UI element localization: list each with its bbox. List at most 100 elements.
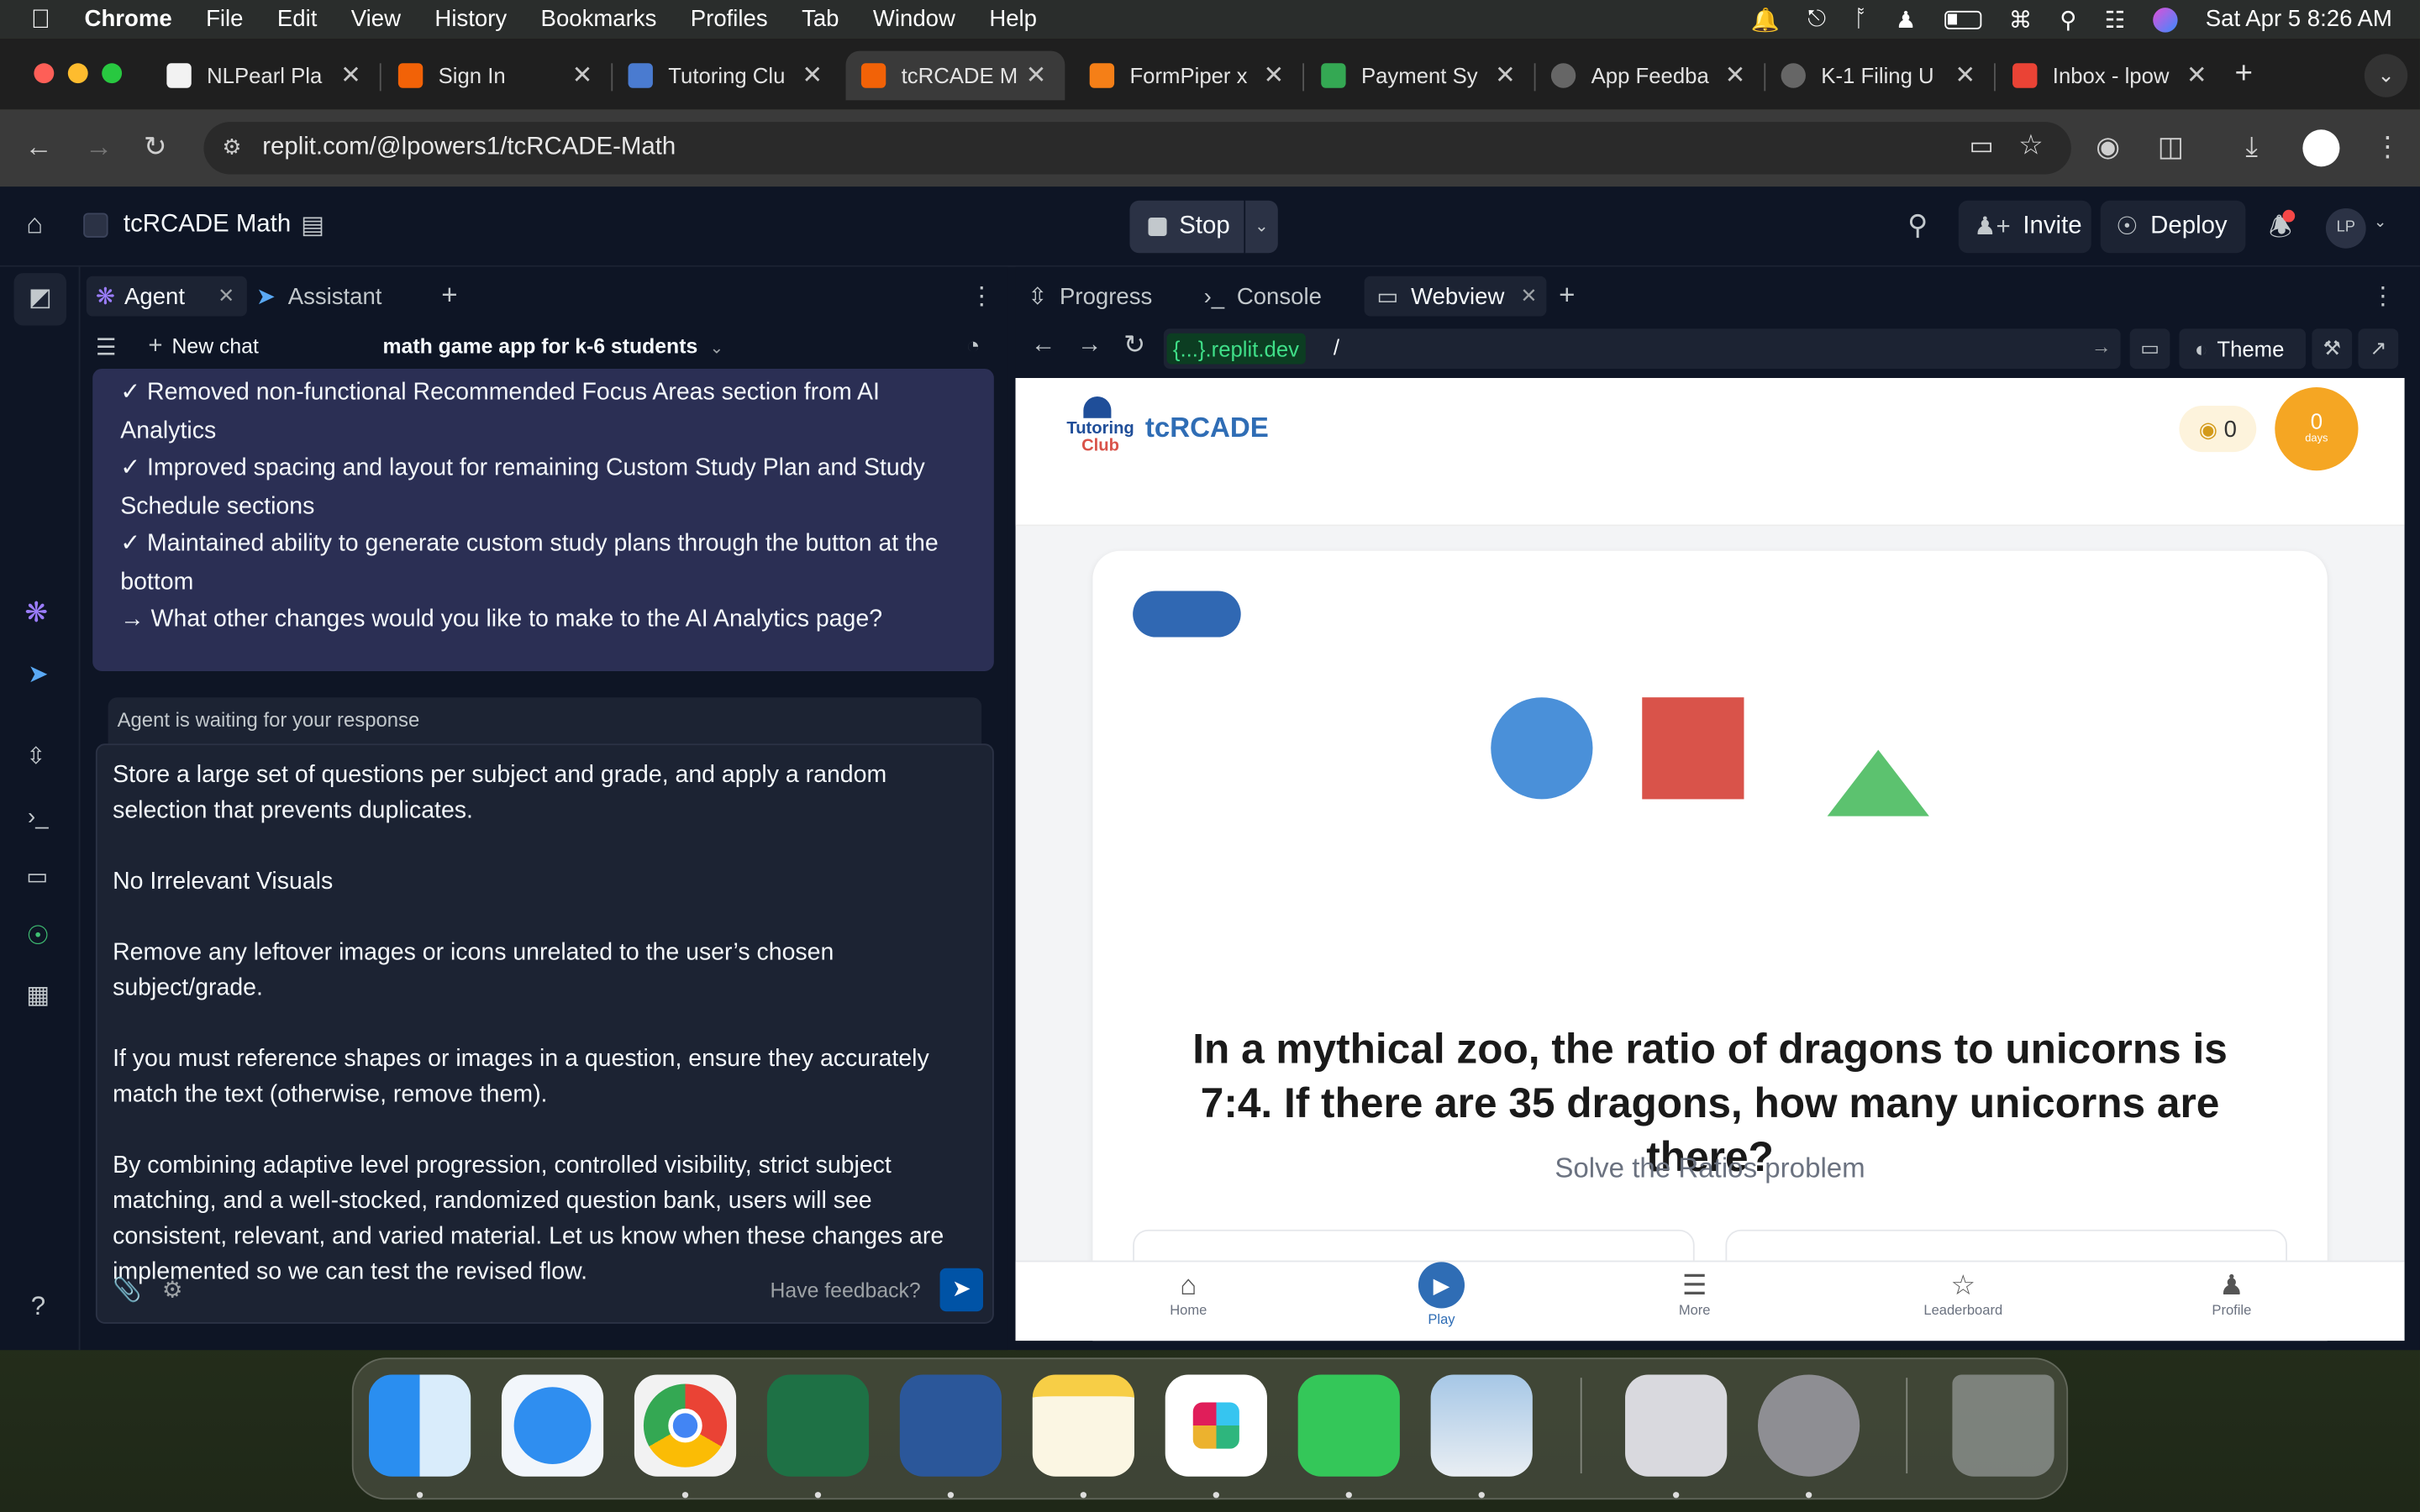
reload-icon[interactable]: ↻ [144,131,167,164]
project-info-icon[interactable]: ▤ [301,210,324,241]
project-name[interactable]: tcRCADE Math [124,212,291,239]
browser-tab[interactable]: App Feedba ✕ [1536,51,1765,101]
bookmark-star-icon[interactable]: ☆ [2018,129,2044,162]
extension-icon[interactable]: ◉ [2096,131,2120,164]
tab-assistant[interactable]: ➤ Assistant [256,276,382,317]
apple-icon[interactable]:  [31,4,50,35]
browser-tab-active[interactable]: tcRCADE M ✕ [845,50,1065,101]
close-tab-icon[interactable]: ✕ [2186,60,2207,92]
menu-view[interactable]: View [351,6,401,32]
panel-menu-icon[interactable]: ⋮ [2370,281,2395,312]
maximize-window-button[interactable] [102,63,123,84]
preview-icon[interactable] [1430,1374,1533,1477]
nav-more[interactable]: ☰ More [1633,1268,1756,1318]
notes-icon[interactable] [1032,1374,1134,1477]
webview-reload-icon[interactable]: ↻ [1123,330,1145,361]
user-avatar[interactable]: LP [2325,207,2366,249]
tab-console[interactable]: ›_ Console [1204,276,1322,317]
brand-title[interactable]: tcRCADE [1145,412,1269,444]
downloads-icon[interactable]: ⤓ [2245,131,2258,164]
tab-agent[interactable]: ❋ Agent ✕ [86,276,247,317]
menubar-clock[interactable]: Sat Apr 5 8:26 AM [2206,6,2392,32]
word-icon[interactable] [899,1374,1002,1477]
chat-history-list-icon[interactable]: ☰ [96,333,117,361]
safari-icon[interactable] [501,1374,604,1477]
tab-search-button[interactable]: ⌄ [2364,54,2408,97]
close-tab-icon[interactable]: ✕ [1495,60,1516,92]
deployments-tool-icon[interactable]: ☉ [26,921,50,953]
browser-tab[interactable]: Tutoring Clu ✕ [613,51,841,101]
chrome-menu-icon[interactable]: ⋮ [2374,131,2402,164]
new-tab-plus-icon[interactable]: + [1559,279,1575,312]
feedback-link[interactable]: Have feedback? [771,1279,921,1303]
tab-progress[interactable]: ⇳ Progress [1028,276,1152,317]
streak-badge[interactable]: 0 days [2275,387,2359,471]
menu-edit[interactable]: Edit [277,6,317,32]
search-icon[interactable]: ⚲ [1907,210,1928,243]
menu-app-name[interactable]: Chrome [85,6,172,32]
bluetooth-icon[interactable]: ᚩ [1854,6,1868,32]
siri-icon[interactable] [2153,7,2178,32]
webview-url-bar[interactable]: {...}.replit.dev / → [1163,328,2121,369]
device-preview-icon[interactable]: ▭ [2129,328,2170,369]
tutoring-club-logo[interactable]: Tutoring Club [1062,396,1134,458]
messages-icon[interactable] [1297,1374,1400,1477]
iphone-mirroring-icon[interactable] [1625,1374,1728,1477]
panel-menu-icon[interactable]: ⋮ [969,281,993,312]
webview-back-icon[interactable]: ← [1031,332,1055,360]
close-tab-icon[interactable]: ✕ [802,60,823,92]
menu-profiles[interactable]: Profiles [691,6,768,32]
control-center-icon[interactable]: ☷ [2105,5,2126,33]
menu-bookmarks[interactable]: Bookmarks [541,6,657,32]
toggle-sidebar-icon[interactable]: ◩ [13,273,66,326]
go-arrow-icon[interactable]: → [2091,335,2112,359]
attach-file-icon[interactable]: 📎 [113,1276,141,1304]
devtools-wrench-icon[interactable]: ⚒ [2312,328,2353,369]
home-icon[interactable]: ⌂ [26,208,43,241]
close-tab-icon[interactable]: ✕ [1954,60,1975,92]
new-tab-plus-icon[interactable]: + [441,279,457,312]
new-tab-button[interactable]: + [2235,57,2253,92]
nav-play[interactable]: ▶ Play [1380,1262,1503,1327]
chat-input[interactable]: Store a large set of questions per subje… [95,743,994,1324]
address-bar[interactable]: ⚙ replit.com/@lpowers1/tcRCADE-Math ▭ ☆ [203,122,2071,175]
nav-profile[interactable]: ♟ Profile [2170,1268,2293,1318]
finder-icon[interactable] [368,1374,471,1477]
settings-icon[interactable]: ⚙ [162,1276,183,1304]
chat-input-text[interactable]: Store a large set of questions per subje… [113,758,986,1290]
deploy-button[interactable]: ☉ Deploy [2100,200,2246,254]
progress-tool-icon[interactable]: ⇳ [26,742,45,769]
system-settings-icon[interactable] [1758,1374,1860,1477]
notification-icon[interactable]: 🔔 [1751,5,1780,33]
close-tab-icon[interactable]: ✕ [572,60,593,92]
open-new-window-icon[interactable]: ↗ [2358,328,2399,369]
stop-button[interactable]: Stop [1129,200,1244,254]
spotlight-search-icon[interactable]: ⚲ [2060,5,2076,33]
webview-tool-icon[interactable]: ▭ [26,863,48,890]
user-icon[interactable]: ♟ [1896,5,1917,33]
menu-window[interactable]: Window [873,6,955,32]
battery-icon[interactable] [1944,9,1981,29]
close-window-button[interactable] [34,63,55,84]
browser-tab[interactable]: Sign In ✕ [383,51,612,101]
chrome-icon[interactable] [634,1374,737,1477]
send-button[interactable]: ➤ [939,1268,983,1312]
menu-history[interactable]: History [434,6,507,32]
back-arrow-icon[interactable]: ← [24,131,52,164]
close-tab-icon[interactable]: ✕ [340,60,361,92]
menu-help[interactable]: Help [989,6,1037,32]
invite-button[interactable]: ♟+ Invite [1958,200,2091,254]
forward-arrow-icon[interactable]: → [85,131,113,164]
close-tab-icon[interactable]: ✕ [218,284,234,308]
menu-file[interactable]: File [206,6,243,32]
new-chat-button[interactable]: + New chat [148,333,259,361]
webview-forward-icon[interactable]: → [1077,332,1102,360]
excel-icon[interactable] [766,1374,870,1477]
tab-webview[interactable]: ▭ Webview ✕ [1364,276,1547,317]
site-settings-icon[interactable]: ⚙ [222,134,241,160]
run-options-chevron-icon[interactable]: ⌄ [1244,200,1278,254]
chat-title-dropdown[interactable]: math game app for k-6 students ⌄ [383,335,724,359]
console-tool-icon[interactable]: ›_ [28,804,49,830]
help-icon[interactable]: ? [31,1291,45,1322]
profile-avatar[interactable] [2302,129,2340,167]
